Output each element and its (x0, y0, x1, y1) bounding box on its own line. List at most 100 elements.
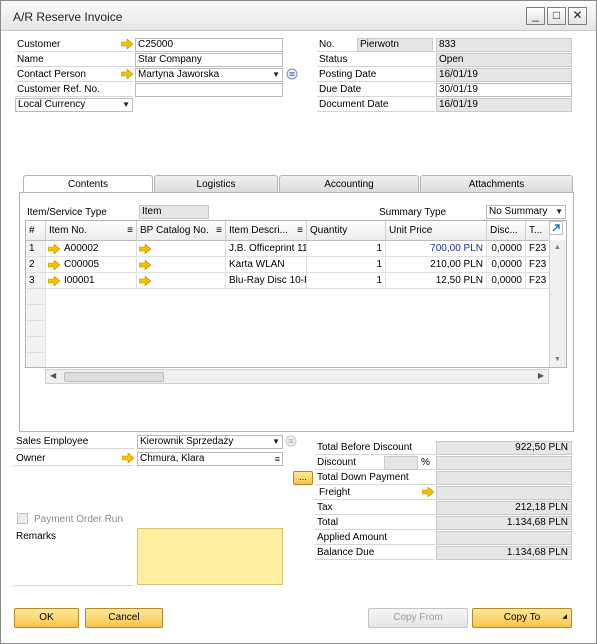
owner-label: Owner (16, 453, 46, 464)
scroll-thumb[interactable] (64, 372, 164, 382)
column-menu-icon[interactable]: ≡ (297, 221, 303, 240)
bp-catalog-cell[interactable] (137, 273, 226, 289)
item-no-cell[interactable]: I00001 (46, 273, 137, 289)
quantity-cell[interactable]: 1 (307, 273, 386, 289)
info-list-icon[interactable] (286, 68, 298, 80)
discount-cell[interactable]: 0,0000 (487, 241, 526, 257)
document-date-label: Document Date (319, 99, 389, 110)
contact-value: Martyna Jaworska (138, 69, 220, 80)
down-payment-button[interactable]: ... (293, 471, 313, 485)
column-header-item-description[interactable]: Item Descri... ≡ (226, 221, 307, 241)
unit-price-cell[interactable]: 12,50 PLN (386, 273, 487, 289)
customer-field[interactable]: C25000 (135, 38, 283, 52)
item-type-dropdown[interactable]: Item (139, 205, 209, 219)
expand-arrow-icon[interactable] (549, 221, 563, 235)
column-header-quantity[interactable]: Quantity (307, 221, 386, 241)
close-button[interactable]: ✕ (568, 7, 587, 25)
payment-order-checkbox[interactable] (17, 513, 28, 524)
contact-dropdown[interactable]: Martyna Jaworska ▼ (135, 68, 283, 82)
maximize-button[interactable]: □ (547, 7, 566, 25)
discount-amount-field[interactable] (436, 456, 572, 470)
quantity-cell[interactable]: 1 (307, 257, 386, 273)
info-list-icon[interactable] (285, 435, 297, 447)
list-icon[interactable]: ≡ (275, 453, 280, 465)
discount-label: Discount (317, 457, 356, 468)
unit-price-cell[interactable]: 700,00 PLN (386, 241, 487, 257)
row-number[interactable]: 1 (26, 241, 46, 257)
divider (14, 585, 134, 586)
quantity-cell[interactable]: 1 (307, 241, 386, 257)
vertical-scrollbar[interactable]: ▲ ▼ (549, 240, 566, 367)
link-arrow-icon[interactable] (139, 276, 151, 286)
series-dropdown[interactable]: Pierwotn (357, 38, 433, 52)
item-no-cell[interactable]: A00002 (46, 241, 137, 257)
tax-code-cell[interactable]: F23 (526, 241, 550, 257)
link-arrow-icon[interactable] (48, 260, 60, 270)
row-number[interactable] (26, 305, 46, 321)
copy-to-button[interactable]: Copy To ◢ (472, 608, 572, 628)
name-field[interactable]: Star Company (135, 53, 283, 67)
link-arrow-icon[interactable] (121, 69, 133, 79)
horizontal-scrollbar[interactable]: ◀ ▶ (45, 369, 549, 384)
due-date-field[interactable]: 30/01/19 (436, 83, 572, 97)
link-arrow-icon[interactable] (122, 453, 134, 463)
column-header-label: BP Catalog No. (140, 225, 209, 236)
tax-code-cell[interactable]: F23 (526, 273, 550, 289)
column-header-tax-code[interactable]: T... (526, 221, 550, 241)
divider (317, 111, 435, 112)
link-arrow-icon[interactable] (422, 487, 434, 497)
tab-accounting[interactable]: Accounting (279, 175, 419, 193)
tab-attachments[interactable]: Attachments (420, 175, 573, 193)
row-number[interactable] (26, 337, 46, 353)
owner-field[interactable]: Chmura, Klara ≡ (137, 452, 283, 466)
summary-type-value: No Summary (489, 206, 548, 217)
posting-date-field[interactable]: 16/01/19 (436, 68, 572, 82)
discount-percent-field[interactable] (384, 456, 418, 470)
item-no-cell[interactable]: C00005 (46, 257, 137, 273)
scroll-left-icon[interactable]: ◀ (50, 371, 56, 380)
row-number[interactable] (26, 289, 46, 305)
scroll-up-icon[interactable]: ▲ (554, 244, 561, 251)
column-menu-icon[interactable]: ≡ (216, 221, 222, 240)
column-header-bp-catalog[interactable]: BP Catalog No. ≡ (137, 221, 226, 241)
tab-logistics[interactable]: Logistics (154, 175, 278, 193)
items-table: # Item No. ≡ BP Catalog No. ≡ Item Descri.… (25, 220, 567, 368)
remarks-textarea[interactable] (137, 528, 283, 585)
document-date-field[interactable]: 16/01/19 (436, 98, 572, 112)
summary-type-dropdown[interactable]: No Summary ▼ (486, 205, 566, 219)
row-number[interactable] (26, 321, 46, 337)
description-cell[interactable]: Blu-Ray Disc 10-P (226, 273, 307, 289)
description-cell[interactable]: Karta WLAN (226, 257, 307, 273)
divider (317, 81, 435, 82)
link-arrow-icon[interactable] (48, 276, 60, 286)
scroll-down-icon[interactable]: ▼ (554, 356, 561, 363)
column-header-item-no[interactable]: Item No. ≡ (46, 221, 137, 241)
tax-code-cell[interactable]: F23 (526, 257, 550, 273)
link-arrow-icon[interactable] (139, 244, 151, 254)
ok-button[interactable]: OK (14, 608, 79, 628)
scroll-right-icon[interactable]: ▶ (538, 371, 544, 380)
link-arrow-icon[interactable] (121, 39, 133, 49)
customer-ref-field[interactable] (135, 83, 283, 97)
row-number[interactable]: 2 (26, 257, 46, 273)
doc-number-field[interactable]: 833 (436, 38, 572, 52)
link-arrow-icon[interactable] (48, 244, 60, 254)
row-number[interactable]: 3 (26, 273, 46, 289)
bp-catalog-cell[interactable] (137, 241, 226, 257)
column-header-row-number[interactable]: # (26, 221, 46, 241)
link-arrow-icon[interactable] (139, 260, 151, 270)
cancel-button[interactable]: Cancel (85, 608, 163, 628)
column-header-discount[interactable]: Disc... (487, 221, 526, 241)
copy-from-button[interactable]: Copy From (368, 608, 468, 628)
bp-catalog-cell[interactable] (137, 257, 226, 273)
row-number[interactable] (26, 353, 46, 367)
column-header-unit-price[interactable]: Unit Price (386, 221, 487, 241)
sales-employee-dropdown[interactable]: Kierownik Sprzedaży ▼ (137, 435, 283, 449)
discount-cell[interactable]: 0,0000 (487, 257, 526, 273)
minimize-button[interactable]: _ (526, 7, 545, 25)
discount-cell[interactable]: 0,0000 (487, 273, 526, 289)
unit-price-cell[interactable]: 210,00 PLN (386, 257, 487, 273)
description-cell[interactable]: J.B. Officeprint 11 (226, 241, 307, 257)
currency-dropdown[interactable]: Local Currency ▼ (15, 98, 133, 112)
column-menu-icon[interactable]: ≡ (127, 221, 133, 240)
